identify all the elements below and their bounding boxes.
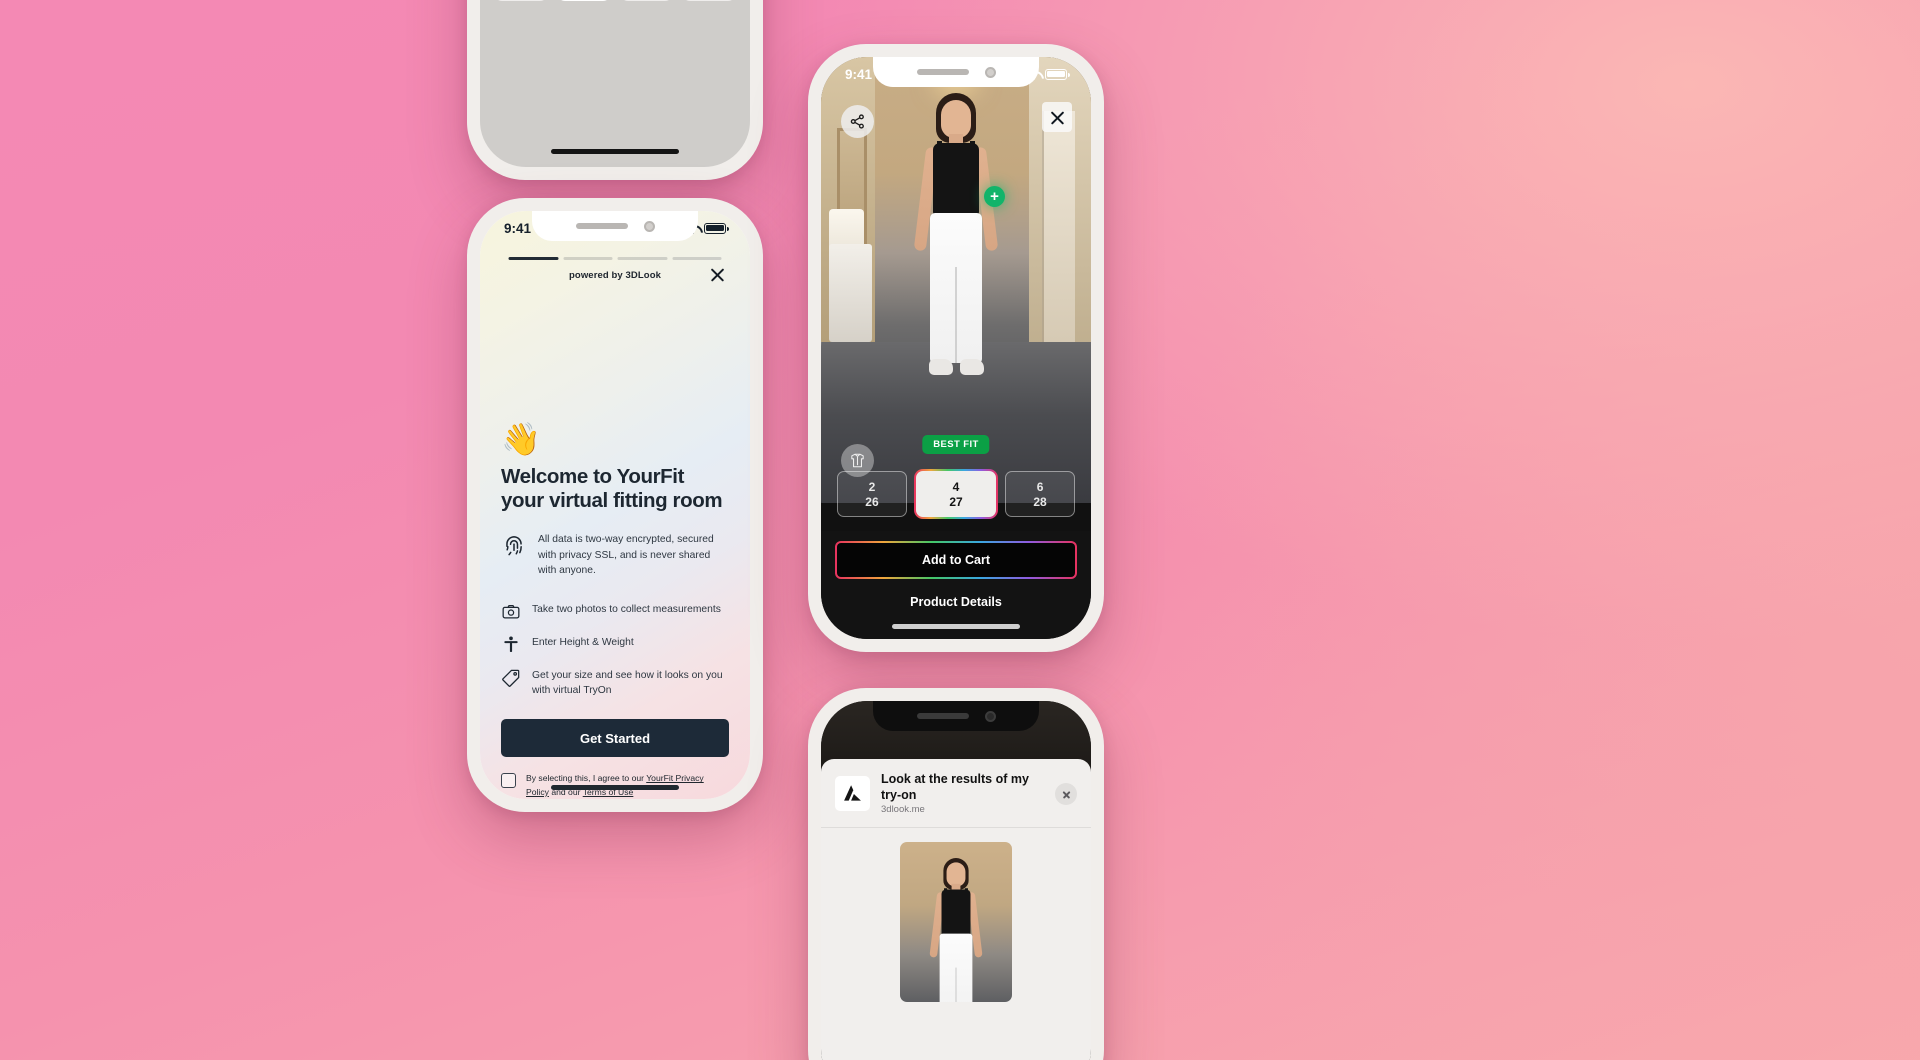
size-number: 6 (1036, 479, 1044, 494)
tryon-phone-mockup: + 9:41 BEST FIT 2 26 4 27 6 28 Add to Ca… (808, 44, 1104, 652)
welcome-body: 👋 Welcome to YourFit your virtual fittin… (480, 423, 750, 712)
privacy-note: All data is two-way encrypted, secured w… (501, 532, 729, 578)
device-notch (873, 57, 1039, 87)
title-line-1: Welcome to YourFit (501, 464, 685, 488)
share-phone-screen: Look at the results of my try-on 3dlook.… (821, 701, 1091, 1060)
get-started-button[interactable]: Get Started (499, 717, 731, 760)
size-option[interactable]: 2 26 (837, 471, 907, 517)
size-selector: 2 26 4 27 6 28 (837, 469, 1075, 519)
terms-checkbox[interactable] (501, 773, 516, 789)
share-phone-mockup: Look at the results of my try-on 3dlook.… (808, 688, 1104, 1060)
size-option[interactable]: 6 28 (1005, 471, 1075, 517)
close-icon (1062, 789, 1071, 798)
earpiece-speaker (575, 223, 628, 229)
product-card[interactable]: $69 (556, 0, 611, 1)
catalog-phone-mockup: 26 27 28 Tops Bottoms (467, 0, 763, 180)
front-camera-icon (643, 220, 655, 232)
camera-icon (501, 602, 521, 622)
title-line-2: your virtual fitting room (501, 489, 723, 513)
feature-row-photos: Take two photos to collect measurements (501, 602, 729, 622)
feature-row-measurements: Enter Height & Weight (501, 635, 729, 655)
product-figure (631, 0, 661, 1)
status-time: 9:41 (845, 66, 873, 82)
product-figure (569, 0, 599, 1)
size-number: 2 (868, 479, 876, 494)
home-indicator (551, 785, 679, 790)
product-card[interactable]: $49 (682, 0, 736, 1)
feature-row-tryon: Get your size and see how it looks on yo… (501, 668, 729, 698)
size-option-selected[interactable]: 4 27 (913, 469, 999, 519)
battery-icon (704, 222, 729, 234)
earpiece-speaker (916, 713, 969, 719)
product-details-link[interactable]: Product Details (837, 595, 1075, 609)
earpiece-speaker (916, 69, 969, 75)
close-icon (1049, 109, 1066, 126)
close-button[interactable] (1042, 102, 1072, 132)
share-button[interactable] (841, 105, 874, 138)
page-background: 26 27 28 Tops Bottoms (0, 0, 1920, 1060)
progress-step (672, 257, 722, 260)
best-fit-badge: BEST FIT (922, 435, 990, 454)
scene-door (1042, 110, 1075, 343)
welcome-content: 9:41 powered by 3DLook 👋 Welcome to Your… (480, 211, 750, 799)
front-camera-icon (984, 710, 996, 722)
share-sheet-header: Look at the results of my try-on 3dlook.… (835, 772, 1077, 815)
progress-step (508, 257, 558, 260)
share-preview-image (900, 842, 1012, 1003)
share-icon (849, 113, 866, 130)
onboarding-progress-bar (508, 257, 722, 260)
close-icon (709, 265, 726, 282)
product-card[interactable]: $49 (494, 0, 548, 1)
share-sheet: Look at the results of my try-on 3dlook.… (821, 759, 1091, 1060)
close-button[interactable] (1055, 782, 1077, 805)
product-figure (506, 0, 536, 1)
size-number: 4 (952, 479, 960, 494)
tryon-phone-screen: + 9:41 BEST FIT 2 26 4 27 6 28 Add to Ca… (821, 57, 1091, 639)
size-alt-number: 26 (865, 494, 879, 509)
close-button[interactable] (705, 261, 730, 286)
scene-side-table (829, 244, 873, 343)
fingerprint-icon (501, 532, 527, 558)
privacy-note-text: All data is two-way encrypted, secured w… (538, 534, 714, 576)
progress-step (563, 257, 613, 260)
home-indicator (892, 624, 1020, 629)
welcome-phone-mockup: 9:41 powered by 3DLook 👋 Welcome to Your… (467, 198, 763, 812)
feature-label: Enter Height & Weight (532, 637, 634, 649)
change-garment-button[interactable] (841, 444, 874, 477)
catalog-product-grid: $49 $69 $49 (480, 0, 750, 1)
body-measure-icon (501, 635, 521, 655)
catalog-phone-screen: 26 27 28 Tops Bottoms (480, 0, 750, 167)
page-title: Welcome to YourFit your virtual fitting … (501, 465, 729, 514)
terms-prefix: By selecting this, I agree to our (526, 773, 647, 784)
share-url: 3dlook.me (881, 804, 925, 816)
shirt-icon (849, 452, 866, 469)
preview-model-figure (929, 858, 983, 1003)
front-camera-icon (984, 66, 996, 78)
tryon-model-figure (890, 92, 1022, 468)
progress-step (617, 257, 667, 260)
device-notch (873, 701, 1039, 731)
3dlook-logo-icon (835, 776, 870, 812)
divider (821, 827, 1091, 829)
product-figure (694, 0, 724, 1)
battery-icon (1045, 68, 1070, 80)
home-indicator (551, 149, 679, 154)
add-to-cart-button[interactable]: Add to Cart (835, 541, 1077, 579)
product-card[interactable]: $49 (619, 0, 674, 1)
share-title: Look at the results of my try-on (881, 772, 1029, 802)
waving-hand-icon: 👋 (501, 420, 541, 457)
status-time: 9:41 (504, 220, 532, 236)
feature-label: Take two photos to collect measurements (532, 604, 721, 616)
device-notch (532, 211, 698, 241)
tryon-action-bar: Add to Cart Product Details (821, 531, 1091, 639)
size-alt-number: 28 (1033, 494, 1047, 509)
welcome-phone-screen: 9:41 powered by 3DLook 👋 Welcome to Your… (480, 211, 750, 799)
tag-icon (501, 668, 521, 688)
feature-label: Get your size and see how it looks on yo… (532, 670, 723, 696)
share-sheet-text: Look at the results of my try-on 3dlook.… (881, 772, 1044, 815)
size-alt-number: 27 (949, 494, 963, 509)
